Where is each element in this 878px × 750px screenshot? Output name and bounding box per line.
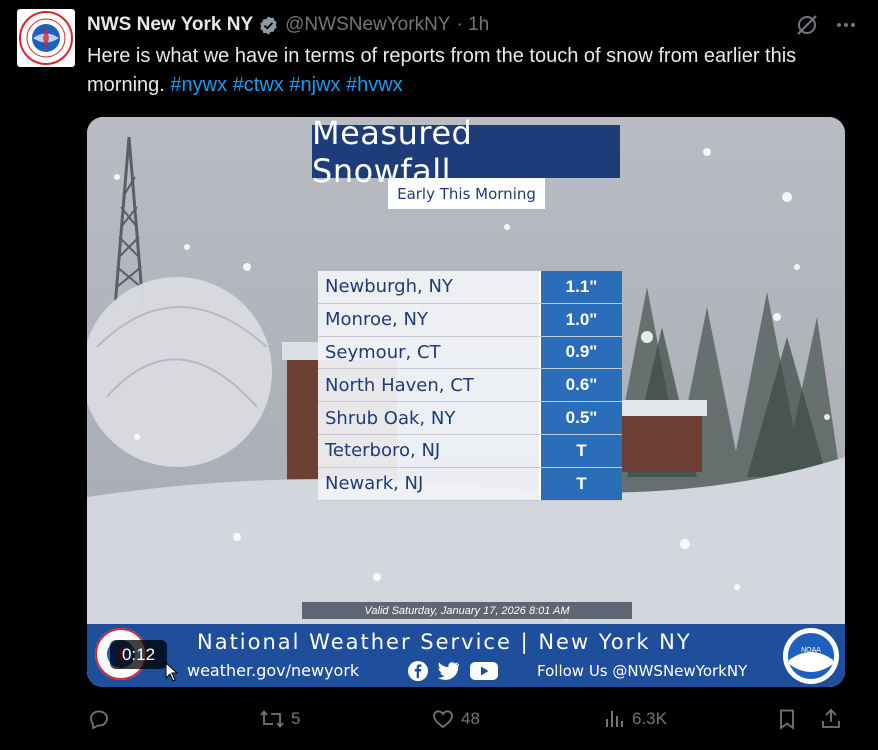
youtube-icon <box>470 662 498 680</box>
cursor-icon <box>165 662 179 682</box>
table-row: Shrub Oak, NY 0.5" <box>318 402 622 435</box>
hashtag[interactable]: #njwx <box>289 74 340 96</box>
location-cell: Monroe, NY <box>318 303 539 336</box>
views-button[interactable]: 6.3K <box>604 702 667 736</box>
valid-time: Valid Saturday, January 17, 2026 8:01 AM <box>302 602 632 619</box>
amount-cell: 0.9" <box>539 336 622 369</box>
share-button[interactable] <box>819 702 843 736</box>
video-player[interactable]: Measured Snowfall Early This Morning New… <box>87 117 845 687</box>
reply-button[interactable] <box>87 702 117 736</box>
location-cell: Newark, NJ <box>318 467 539 500</box>
nws-logo-icon <box>19 11 73 65</box>
amount-cell: 1.0" <box>539 303 622 336</box>
retweet-icon <box>260 710 284 728</box>
verified-icon <box>260 15 277 35</box>
table-row: Newburgh, NY 1.1" <box>318 271 622 304</box>
twitter-icon <box>437 662 460 680</box>
location-cell: Seymour, CT <box>318 336 539 369</box>
amount-cell: T <box>539 467 622 500</box>
hashtag[interactable]: #ctwx <box>233 74 284 96</box>
table-row: Newark, NJ T <box>318 467 622 501</box>
noaa-label: NOAA <box>801 647 821 654</box>
share-icon <box>822 708 840 728</box>
table-row: North Haven, CT 0.6" <box>318 369 622 403</box>
action-bar: 5 48 6.3K <box>87 702 847 736</box>
views-count: 6.3K <box>632 709 667 728</box>
location-cell: Newburgh, NY <box>318 271 539 303</box>
location-cell: Shrub Oak, NY <box>318 402 539 434</box>
location-cell: North Haven, CT <box>318 369 539 402</box>
table-row: Teterboro, NJ T <box>318 434 622 468</box>
bookmark-icon <box>780 709 794 730</box>
views-icon <box>606 711 623 727</box>
tweet-header: NWS New York NY @NWSNewYorkNY · 1h <box>87 12 858 38</box>
tweet-text: Here is what we have in terms of reports… <box>87 42 827 100</box>
reply-icon <box>90 710 108 730</box>
like-button[interactable]: 48 <box>431 702 480 736</box>
more-icon[interactable] <box>834 13 858 37</box>
noaa-logo-icon: NOAA <box>783 628 839 684</box>
footer-follow: Follow Us @NWSNewYorkNY <box>537 662 748 680</box>
amount-cell: 0.5" <box>539 402 622 434</box>
video-timer: 0:12 <box>110 640 167 669</box>
avatar[interactable] <box>17 9 75 67</box>
graphic-subtitle-text: Early This Morning <box>397 184 536 203</box>
handle[interactable]: @NWSNewYorkNY <box>285 14 450 36</box>
graphic-title: Measured Snowfall <box>312 117 620 190</box>
footer-title: National Weather Service | New York NY <box>197 630 692 654</box>
table-row: Monroe, NY 1.0" <box>318 303 622 337</box>
graphic-subtitle: Early This Morning <box>388 178 545 209</box>
like-icon <box>433 710 453 729</box>
snowfall-table: Newburgh, NY 1.1" Monroe, NY 1.0" Seymou… <box>318 271 622 501</box>
hashtag[interactable]: #hvwx <box>346 74 403 96</box>
amount-cell: 1.1" <box>539 271 622 303</box>
facebook-icon <box>408 661 428 681</box>
retweet-button[interactable]: 5 <box>259 702 300 736</box>
display-name[interactable]: NWS New York NY <box>87 14 253 36</box>
timestamp[interactable]: · 1h <box>456 14 489 36</box>
social-icons <box>407 660 499 682</box>
hashtag[interactable]: #nywx <box>170 74 227 96</box>
retweet-count: 5 <box>291 709 301 728</box>
graphic-footer: National Weather Service | New York NY w… <box>87 624 845 687</box>
table-row: Seymour, CT 0.9" <box>318 336 622 370</box>
amount-cell: 0.6" <box>539 369 622 402</box>
location-cell: Teterboro, NJ <box>318 434 539 467</box>
bookmark-button[interactable] <box>775 702 799 736</box>
footer-url: weather.gov/newyork <box>187 661 360 680</box>
grok-icon[interactable] <box>794 12 820 38</box>
amount-cell: T <box>539 434 622 467</box>
like-count: 48 <box>461 709 480 728</box>
